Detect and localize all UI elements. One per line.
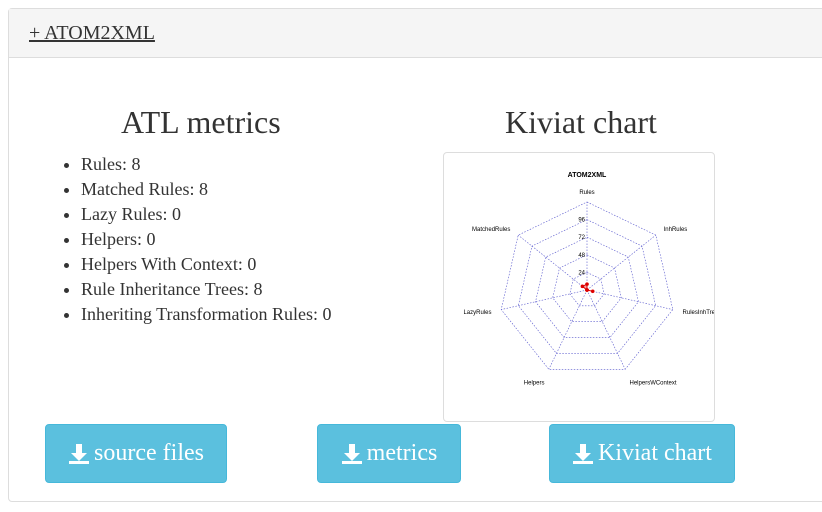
kiviat-spoke [586, 289, 673, 310]
metric-rule-inheritance-trees: Rule Inheritance Trees: 8 [81, 277, 332, 302]
kiviat-chart: ATOM2XML 24 48 72 96 Rules InhRules RulesInhT… [443, 152, 715, 422]
kiviat-data-point [590, 289, 595, 294]
kiviat-axis-label: LazyRules [463, 310, 491, 316]
kiviat-axis-label: HelpersWContext [630, 380, 677, 386]
metrics-title: ATL metrics [121, 104, 281, 140]
kiviat-spoke [518, 234, 588, 291]
kiviat-axis-label: MatchedRules [472, 227, 510, 233]
project-toggle-link[interactable]: + ATOM2XML [29, 22, 155, 45]
metric-matched-rules: Matched Rules: 8 [81, 177, 332, 202]
metric-lazy-rules: Lazy Rules: 0 [81, 202, 332, 227]
kiviat-spoke [586, 234, 656, 291]
kiviat-title: Kiviat chart [505, 104, 657, 140]
kiviat-data-point [585, 288, 589, 292]
metric-helpers-with-context: Helpers With Context: 0 [81, 252, 332, 277]
panel-heading: + ATOM2XML [9, 9, 822, 58]
kiviat-spoke [548, 289, 588, 370]
download-icon [69, 443, 90, 464]
kiviat-spoke [586, 289, 626, 370]
kiviat-tick-label: 96 [578, 218, 585, 224]
kiviat-axis-label: Helpers [524, 380, 545, 386]
source-files-label: source files [94, 440, 204, 466]
metric-inheriting-transformation-rules: Inheriting Transformation Rules: 0 [81, 302, 332, 327]
kiviat-data-point [585, 282, 589, 286]
metric-rules: Rules: 8 [81, 152, 332, 177]
download-metrics-button[interactable]: metrics [317, 424, 461, 483]
kiviat-axis-label: Rules [579, 190, 594, 196]
kiviat-axis-label: RulesInhTrees [683, 310, 714, 316]
kiviat-spoke [501, 289, 588, 310]
download-source-files-button[interactable]: source files [45, 424, 227, 483]
download-kiviat-chart-button[interactable]: Kiviat chart [549, 424, 735, 483]
download-icon [573, 443, 594, 464]
kiviat-chart-label: Kiviat chart [598, 440, 712, 466]
download-icon [341, 443, 362, 464]
project-panel: + ATOM2XML ATL metrics Kiviat chart Rule… [8, 8, 822, 502]
metrics-list: Rules: 8 Matched Rules: 8 Lazy Rules: 0 … [61, 152, 332, 327]
metrics-label: metrics [366, 440, 438, 466]
kiviat-tick-label: 48 [578, 253, 585, 259]
metric-helpers: Helpers: 0 [81, 227, 332, 252]
kiviat-tick-label: 72 [578, 235, 585, 241]
kiviat-tick-label: 24 [578, 270, 585, 276]
kiviat-data-point [580, 284, 585, 289]
chart-title: ATOM2XML [568, 172, 607, 179]
kiviat-axis-label: InhRules [664, 227, 688, 233]
kiviat-chart-svg: ATOM2XML 24 48 72 96 Rules InhRules RulesInhT… [463, 172, 714, 386]
